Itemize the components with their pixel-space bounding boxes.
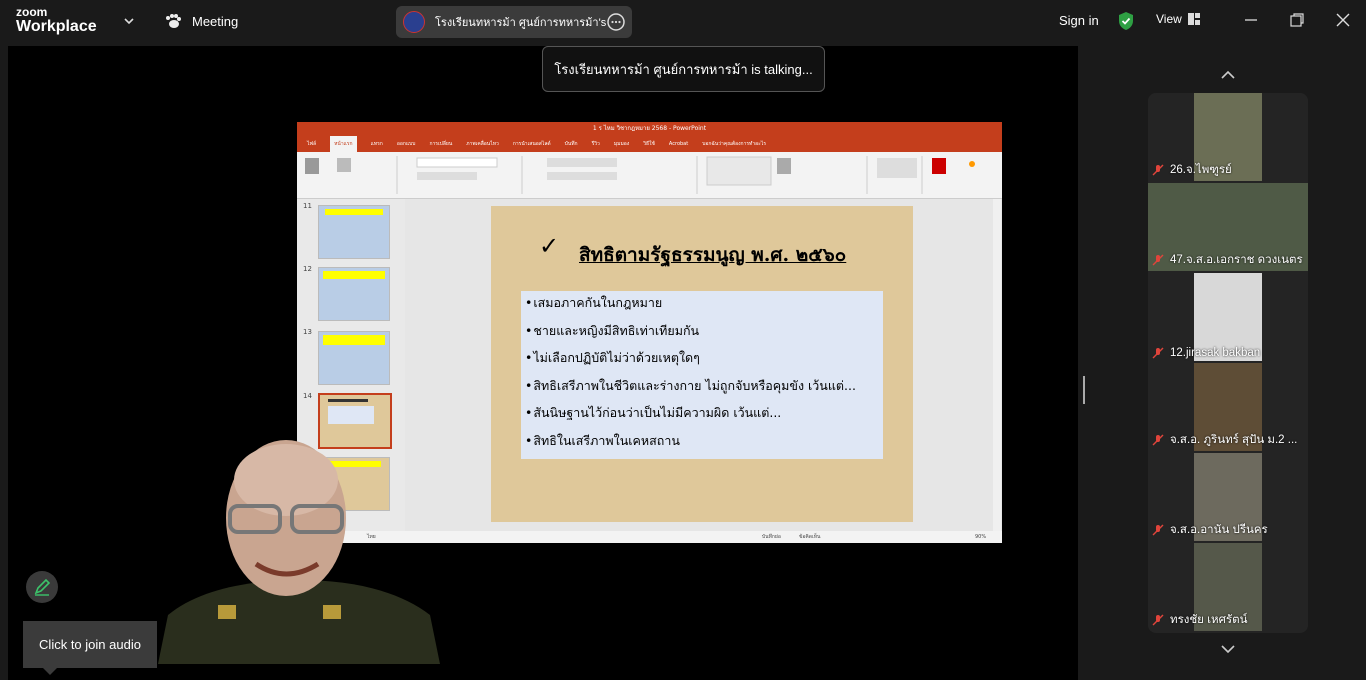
- view-label: View: [1156, 12, 1182, 26]
- ppt-tab: การนำเสนอสไลด์: [512, 141, 551, 147]
- slide-bullet: เสมอภาคกันในกฎหมาย: [521, 291, 883, 319]
- annotate-button[interactable]: [26, 571, 58, 603]
- participant-tile[interactable]: 26.จ.ไพฑูรย์: [1148, 93, 1308, 181]
- participant-label: จ.ส.อ. ภูรินทร์ สุปัน ม.2 ...: [1152, 431, 1297, 449]
- meeting-button[interactable]: Meeting: [164, 13, 238, 29]
- ppt-tab-active: หน้าแรก: [330, 136, 357, 152]
- slide-bullet: ไม่เลือกปฏิบัติไม่ว่าด้วยเหตุใดๆ: [521, 346, 883, 374]
- mic-muted-icon: [1152, 614, 1164, 626]
- ppt-tab: ภาพเคลื่อนไหว: [466, 141, 499, 147]
- slide-scrollbar[interactable]: [993, 199, 1001, 531]
- brand-small: zoom: [16, 5, 48, 19]
- join-audio-tooltip[interactable]: Click to join audio: [23, 621, 157, 675]
- meeting-info-pill[interactable]: โรงเรียนทหารม้า ศูนย์การทหารม้า's sc: [396, 6, 632, 38]
- ppt-tab: การเปลี่ยน: [429, 141, 453, 147]
- participant-gallery: 26.จ.ไพฑูรย์ 47.จ.ส.อ.เอกราช ดวงเนตร 12.…: [1148, 93, 1308, 633]
- restore-icon[interactable]: [1289, 12, 1305, 28]
- participant-tile[interactable]: 47.จ.ส.อ.เอกราช ดวงเนตร: [1148, 183, 1308, 271]
- slide-number: 12: [303, 265, 312, 273]
- current-slide: ✓ สิทธิตามรัฐธรรมนูญ พ.ศ. ๒๕๖๐ เสมอภาคกั…: [491, 206, 913, 522]
- participant-name: 47.จ.ส.อ.เอกราช ดวงเนตร: [1170, 254, 1303, 266]
- presenter-video: [158, 440, 440, 664]
- status-zoom[interactable]: 90%: [975, 531, 986, 543]
- ppt-tab: ออกแบบ: [396, 141, 416, 147]
- chevron-up-icon[interactable]: [1220, 70, 1236, 80]
- mic-muted-icon: [1152, 524, 1164, 536]
- mic-muted-icon: [1152, 164, 1164, 176]
- participant-name: จ.ส.อ.อานัน ปรีนคร: [1170, 524, 1268, 536]
- minimize-icon[interactable]: [1243, 12, 1259, 28]
- host-avatar: [403, 11, 425, 33]
- top-bar: zoom Workplace Meeting โรงเรียนทหารม้า ศ…: [0, 0, 1366, 44]
- participant-label: 12.jirasak bakban: [1152, 347, 1260, 359]
- shield-icon[interactable]: [1117, 11, 1135, 31]
- mic-muted-icon: [1152, 434, 1164, 446]
- ppt-tab: มุมมอง: [613, 141, 630, 147]
- slide-bullet: สันนิษฐานไว้ก่อนว่าเป็นไม่มีความผิด เว้น…: [521, 401, 883, 429]
- participant-name: จ.ส.อ. ภูรินทร์ สุปัน ม.2 ...: [1170, 434, 1298, 446]
- pencil-icon: [34, 578, 51, 596]
- participant-label: จ.ส.อ.อานัน ปรีนคร: [1152, 521, 1268, 539]
- participant-name: 12.jirasak bakban: [1170, 347, 1261, 359]
- view-button[interactable]: View: [1156, 12, 1200, 26]
- ppt-tab: แทรก: [370, 141, 383, 147]
- slide-thumb[interactable]: [318, 205, 390, 259]
- mic-muted-icon: [1152, 254, 1164, 266]
- ppt-ribbon: [297, 152, 1002, 199]
- meeting-name: โรงเรียนทหารม้า ศูนย์การทหารม้า's sc: [435, 17, 607, 29]
- panel-resize-handle[interactable]: [1083, 376, 1085, 404]
- slide-bullet: สิทธิในเสรีภาพในเคหสถาน: [521, 429, 883, 457]
- slide-number: 11: [303, 202, 312, 210]
- slide-number: 14: [303, 392, 312, 400]
- mic-muted-icon: [1152, 347, 1164, 359]
- close-icon[interactable]: [1335, 12, 1351, 28]
- slide-bullet: ชายและหญิงมีสิทธิเท่าเทียมกัน: [521, 319, 883, 347]
- status-comments[interactable]: ข้อคิดเห็น: [799, 531, 820, 543]
- participant-tile[interactable]: จ.ส.อ.อานัน ปรีนคร: [1148, 453, 1308, 541]
- ppt-tab: Acrobat: [668, 141, 689, 147]
- chevron-down-icon[interactable]: [122, 14, 136, 28]
- sign-in-button[interactable]: Sign in: [1059, 13, 1099, 28]
- grid-layout-icon: [1187, 13, 1200, 25]
- brand-large: Workplace: [16, 18, 97, 35]
- ppt-title-bar: 1 ร ไหม วิชากฎหมาย 2568 - PowerPoint: [297, 122, 1002, 136]
- checkmark-icon: ✓: [539, 232, 560, 260]
- participant-name: 26.จ.ไพฑูรย์: [1170, 164, 1232, 176]
- slide-thumb[interactable]: [318, 267, 390, 321]
- ppt-tab: บอกฉันว่าคุณต้องการทำอะไร: [702, 141, 767, 147]
- slide-number: 13: [303, 328, 312, 336]
- ppt-tab: ไฟล์: [307, 141, 317, 147]
- zoom-logo: zoom Workplace: [16, 6, 97, 35]
- participant-name: ทรงชัย เหศรัตน์: [1170, 614, 1248, 626]
- slide-title: สิทธิตามรัฐธรรมนูญ พ.ศ. ๒๕๖๐: [579, 244, 847, 266]
- meeting-label: Meeting: [192, 13, 239, 29]
- participant-tile[interactable]: 12.jirasak bakban: [1148, 273, 1308, 361]
- ppt-ribbon-icons: [305, 156, 975, 194]
- ppt-tab: บันทึก: [564, 141, 578, 147]
- join-audio-label: Click to join audio: [39, 637, 141, 652]
- participant-label: 47.จ.ส.อ.เอกราช ดวงเนตร: [1152, 251, 1303, 269]
- chevron-down-icon[interactable]: [1220, 644, 1236, 654]
- ppt-tab: รีวิว: [591, 141, 600, 147]
- status-notes[interactable]: บันทึกย่อ: [762, 531, 781, 543]
- participant-label: ทรงชัย เหศรัตน์: [1152, 611, 1247, 629]
- ppt-ribbon-tabs: ไฟล์ หน้าแรก แทรก ออกแบบ การเปลี่ยน ภาพเ…: [297, 136, 1002, 152]
- talking-indicator: โรงเรียนทหารม้า ศูนย์การทหารม้า is talki…: [542, 46, 825, 92]
- participant-tile[interactable]: จ.ส.อ. ภูรินทร์ สุปัน ม.2 ...: [1148, 363, 1308, 451]
- participant-label: 26.จ.ไพฑูรย์: [1152, 161, 1232, 179]
- tooltip-arrow: [43, 668, 57, 675]
- more-icon[interactable]: [607, 13, 625, 31]
- slide-bullet-list: เสมอภาคกันในกฎหมาย ชายและหญิงมีสิทธิเท่า…: [521, 291, 883, 459]
- paw-icon: [166, 14, 181, 28]
- slide-thumb[interactable]: [318, 331, 390, 385]
- ppt-tab: วิธีใช้: [643, 141, 655, 147]
- participant-tile[interactable]: ทรงชัย เหศรัตน์: [1148, 543, 1308, 631]
- slide-bullet: สิทธิเสรีภาพในชีวิตและร่างกาย ไม่ถูกจับห…: [521, 374, 883, 402]
